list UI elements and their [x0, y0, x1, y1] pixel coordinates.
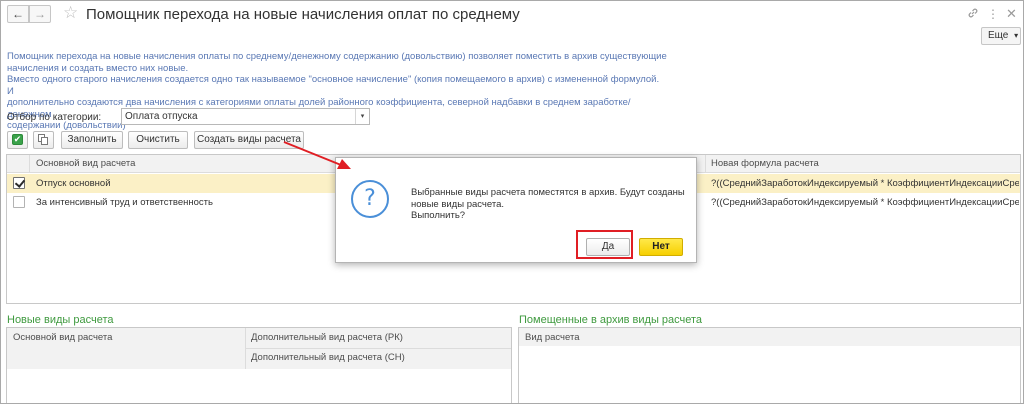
dialog-message-line: Выполнить?	[411, 210, 466, 221]
window-title: Помощник перехода на новые начисления оп…	[86, 6, 520, 23]
fill-button[interactable]: Заполнить	[61, 131, 123, 149]
row-main-type: Отпуск основной	[36, 178, 111, 189]
more-button[interactable]: Еще ▾	[981, 27, 1021, 45]
dropdown-arrow-icon[interactable]: ▾	[355, 109, 369, 124]
app-window: ← → ☆ Помощник перехода на новые начисле…	[0, 0, 1024, 404]
link-icon[interactable]	[967, 7, 979, 22]
question-icon: ?	[351, 180, 389, 218]
check-all-button[interactable]: ✔	[7, 131, 28, 149]
filter-value: Оплата отпуска	[125, 111, 198, 122]
dialog-message-line: новые виды расчета.	[411, 198, 504, 210]
archived-types-title: Помещенные в архив виды расчета	[519, 314, 703, 326]
back-arrow-icon[interactable]: ←	[7, 5, 29, 23]
title-bar: ← → ☆ Помощник перехода на новые начисле…	[1, 1, 1023, 29]
star-icon[interactable]: ☆	[63, 4, 78, 22]
more-button-label: Еще	[988, 30, 1009, 41]
column-header-main-type[interactable]: Основной вид расчета	[13, 332, 112, 343]
create-types-button[interactable]: Создать виды расчета	[194, 131, 304, 149]
row-checkbox[interactable]	[13, 177, 25, 189]
new-types-table: Основной вид расчета Дополнительный вид …	[6, 327, 512, 403]
confirm-dialog: ? Выбранные виды расчета поместятся в ар…	[335, 157, 697, 263]
filter-label: Отбор по категории:	[7, 112, 102, 123]
no-button[interactable]: Нет	[639, 238, 683, 256]
copy-icon	[38, 134, 49, 145]
column-divider	[29, 155, 30, 173]
row-divider	[245, 348, 511, 349]
new-types-title: Новые виды расчета	[7, 314, 114, 326]
column-header-formula[interactable]: Новая формула расчета	[711, 158, 819, 169]
row-formula: ?((СреднийЗаработокИндексируемый * Коэфф…	[711, 197, 1019, 208]
checkbox-check-icon: ✔	[12, 134, 23, 145]
clear-button[interactable]: Очистить	[128, 131, 188, 149]
description-line: Помощник перехода на новые начисления оп…	[7, 51, 667, 62]
highlight-box	[576, 230, 633, 259]
close-icon[interactable]: ✕	[1006, 7, 1017, 21]
dialog-message: Выбранные виды расчета поместятся в архи…	[411, 187, 686, 222]
table-header	[519, 328, 1020, 346]
dialog-message-line: Выбранные виды расчета поместятся в архи…	[411, 187, 685, 198]
column-header-sn[interactable]: Дополнительный вид расчета (СН)	[251, 352, 405, 363]
column-header-type[interactable]: Вид расчета	[525, 332, 579, 343]
copy-button[interactable]	[33, 131, 54, 149]
archived-types-table: Вид расчета	[518, 327, 1021, 403]
column-header-rk[interactable]: Дополнительный вид расчета (РК)	[251, 332, 403, 343]
row-checkbox[interactable]	[13, 196, 25, 208]
row-main-type: За интенсивный труд и ответственность	[36, 197, 213, 208]
column-divider	[705, 155, 706, 173]
more-vertical-icon[interactable]: ⋮	[987, 7, 999, 21]
description-line: Вместо одного старого начисления создает…	[7, 74, 660, 97]
description-line: начисления и создать вместо них новые.	[7, 62, 189, 74]
column-header-main-type[interactable]: Основной вид расчета	[36, 158, 135, 169]
chevron-down-icon: ▾	[1014, 31, 1019, 40]
forward-arrow-icon[interactable]: →	[29, 5, 51, 23]
row-formula: ?((СреднийЗаработокИндексируемый * Коэфф…	[711, 178, 1019, 189]
category-filter-select[interactable]: Оплата отпуска ▾	[121, 108, 370, 125]
